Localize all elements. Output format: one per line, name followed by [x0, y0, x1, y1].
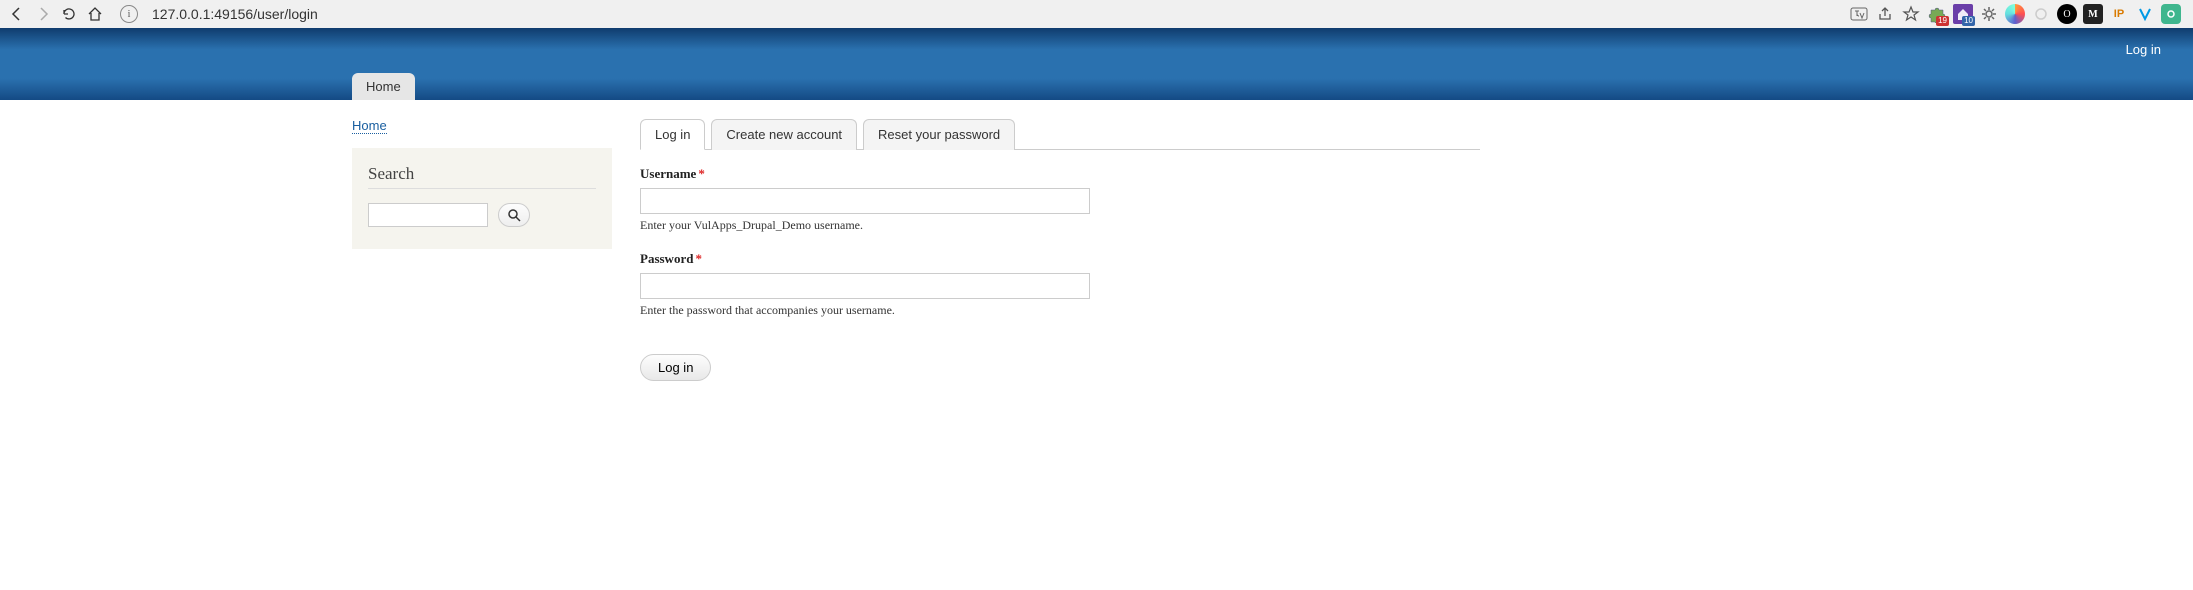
required-star-icon: *: [695, 251, 702, 266]
breadcrumb-home[interactable]: Home: [352, 118, 387, 134]
badge-count: 19: [1936, 16, 1949, 26]
tab-reset-password[interactable]: Reset your password: [863, 119, 1015, 150]
login-link[interactable]: Log in: [2126, 42, 2161, 57]
extension-ip-icon[interactable]: IP: [2109, 4, 2129, 24]
required-star-icon: *: [698, 166, 705, 181]
password-group: Password* Enter the password that accomp…: [640, 251, 1480, 318]
home-nav-button[interactable]: [86, 5, 104, 23]
username-label: Username*: [640, 166, 705, 182]
search-input[interactable]: [368, 203, 488, 227]
search-title: Search: [368, 164, 596, 189]
breadcrumb: Home: [352, 118, 612, 134]
share-icon[interactable]: [1875, 4, 1895, 24]
bookmark-star-icon[interactable]: [1901, 4, 1921, 24]
address-bar[interactable]: 127.0.0.1:49156/user/login: [150, 6, 1843, 22]
extension-house-icon[interactable]: 10: [1953, 4, 1973, 24]
password-label-text: Password: [640, 251, 693, 266]
site-info-icon[interactable]: i: [120, 5, 138, 23]
content-tabs: Log in Create new account Reset your pas…: [640, 118, 1480, 150]
primary-nav: Home: [352, 73, 415, 100]
username-group: Username* Enter your VulApps_Drupal_Demo…: [640, 166, 1480, 233]
back-button[interactable]: [8, 5, 26, 23]
magnifier-icon: [507, 208, 521, 222]
extension-dark-square-icon[interactable]: M: [2083, 4, 2103, 24]
extension-teal-icon[interactable]: [2161, 4, 2181, 24]
tab-login[interactable]: Log in: [640, 119, 705, 150]
browser-toolbar: i 127.0.0.1:49156/user/login 19 10 O M I…: [0, 0, 2193, 28]
username-field[interactable]: [640, 188, 1090, 214]
badge-count: 10: [1962, 16, 1975, 26]
tab-create-account[interactable]: Create new account: [711, 119, 857, 150]
page-content: Home Search Log in Create new account Re…: [0, 100, 2193, 381]
sidebar: Home Search: [352, 118, 612, 381]
password-hint: Enter the password that accompanies your…: [640, 303, 1480, 318]
username-label-text: Username: [640, 166, 696, 181]
site-header: Log in Home: [0, 28, 2193, 100]
password-label: Password*: [640, 251, 702, 267]
search-block: Search: [352, 148, 612, 249]
username-hint: Enter your VulApps_Drupal_Demo username.: [640, 218, 1480, 233]
main-content: Log in Create new account Reset your pas…: [640, 118, 1480, 381]
translate-icon[interactable]: [1849, 4, 1869, 24]
extension-puzzle-icon[interactable]: 19: [1927, 4, 1947, 24]
extension-blue-v-icon[interactable]: [2135, 4, 2155, 24]
search-button[interactable]: [498, 203, 530, 227]
nav-home-tab[interactable]: Home: [352, 73, 415, 100]
extension-colorful-icon[interactable]: [2005, 4, 2025, 24]
login-form: Username* Enter your VulApps_Drupal_Demo…: [640, 166, 1480, 381]
search-row: [368, 203, 596, 227]
password-field[interactable]: [640, 273, 1090, 299]
nav-button-group: [8, 5, 104, 23]
login-submit-button[interactable]: Log in: [640, 354, 711, 381]
reload-button[interactable]: [60, 5, 78, 23]
extension-light-icon[interactable]: [2031, 4, 2051, 24]
extension-black-circle-icon[interactable]: O: [2057, 4, 2077, 24]
extension-icons: 19 10 O M IP: [1849, 4, 2181, 24]
forward-button: [34, 5, 52, 23]
gear-icon[interactable]: [1979, 4, 1999, 24]
